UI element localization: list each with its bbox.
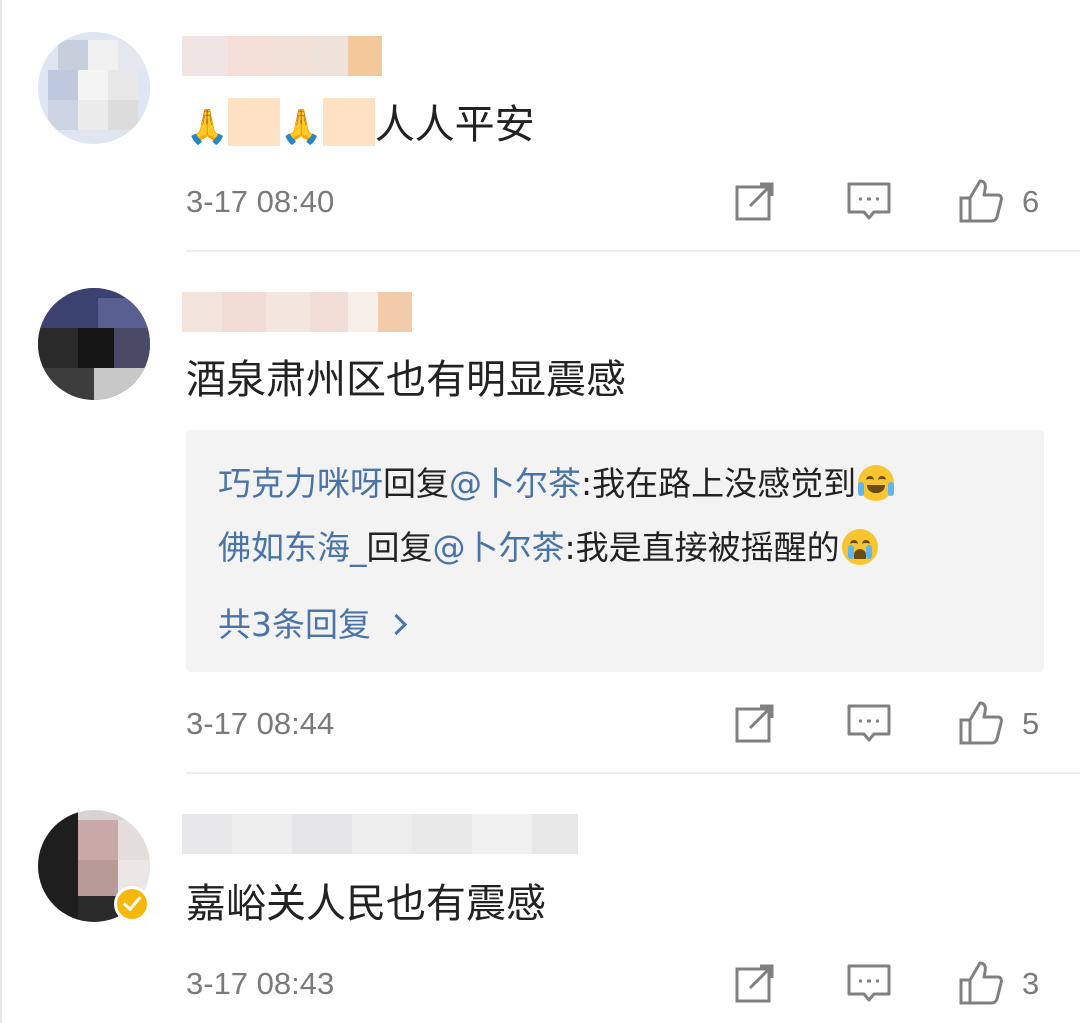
username-blurred[interactable] (182, 814, 578, 854)
blurred-emoji (228, 98, 281, 146)
divider (186, 250, 1080, 252)
timestamp: 3-17 08:40 (186, 184, 335, 219)
comment-icon[interactable] (846, 700, 892, 746)
timestamp: 3-17 08:43 (186, 966, 335, 1001)
comment-footer: 3-17 08:40 6 (0, 178, 1080, 228)
verified-badge-icon (114, 886, 150, 922)
comment-text: 🙏 🙏 人人平安 (186, 98, 535, 151)
reply-username[interactable]: 佛如东海_ (218, 528, 367, 567)
username-blurred[interactable] (182, 36, 382, 76)
left-edge-line (0, 0, 2, 1023)
thumbs-up-icon[interactable] (958, 960, 1004, 1006)
reply-item[interactable]: 巧克力咪呀回复@卜尔茶:我在路上没感觉到 (218, 462, 895, 506)
reply-word: 回复 (383, 464, 449, 503)
divider (186, 772, 1080, 774)
comment-text: 嘉峪关人民也有震感 (186, 881, 546, 927)
timestamp: 3-17 08:44 (186, 706, 335, 741)
comment-text-suffix: 人人平安 (374, 102, 535, 148)
view-all-replies-link[interactable]: 共3条回复 (218, 598, 408, 646)
like-count: 3 (1022, 966, 1040, 1001)
more-replies-label: 共3条回复 (218, 605, 371, 644)
reply-username[interactable]: 巧克力咪呀 (218, 464, 383, 503)
comment-text: 酒泉肃州区也有明显震感 (186, 357, 626, 403)
username-blurred[interactable] (182, 292, 412, 332)
laugh-cry-emoji-icon (858, 465, 895, 501)
reply-mention[interactable]: @卜尔茶 (433, 528, 565, 567)
share-icon[interactable] (732, 960, 778, 1006)
like-count: 5 (1022, 706, 1040, 741)
comment-icon[interactable] (846, 960, 892, 1006)
pray-emoji-icon: 🙏 (186, 107, 229, 147)
reply-item[interactable]: 佛如东海_回复@卜尔茶:我是直接被摇醒的 (218, 526, 878, 570)
reply-word: 回复 (366, 528, 433, 567)
comment-footer: 3-17 08:44 5 (0, 700, 1080, 750)
comment-icon[interactable] (846, 178, 892, 224)
share-icon[interactable] (732, 700, 778, 746)
reply-mention[interactable]: @卜尔茶 (449, 464, 581, 503)
blurred-emoji (322, 98, 375, 146)
comment-footer: 3-17 08:43 3 (0, 960, 1080, 1010)
thumbs-up-icon[interactable] (958, 178, 1004, 224)
crying-emoji-icon (841, 529, 878, 565)
chevron-right-icon (385, 613, 408, 636)
avatar[interactable] (38, 288, 150, 400)
share-icon[interactable] (732, 178, 778, 224)
pray-emoji-icon: 🙏 (280, 107, 323, 147)
reply-text: :我在路上没感觉到 (581, 464, 857, 503)
thumbs-up-icon[interactable] (958, 700, 1004, 746)
reply-text: :我是直接被摇醒的 (564, 528, 840, 567)
avatar[interactable] (38, 32, 150, 144)
like-count: 6 (1022, 184, 1040, 219)
reply-preview-box[interactable]: 巧克力咪呀回复@卜尔茶:我在路上没感觉到 佛如东海_回复@卜尔茶:我是直接被摇醒… (186, 430, 1044, 672)
